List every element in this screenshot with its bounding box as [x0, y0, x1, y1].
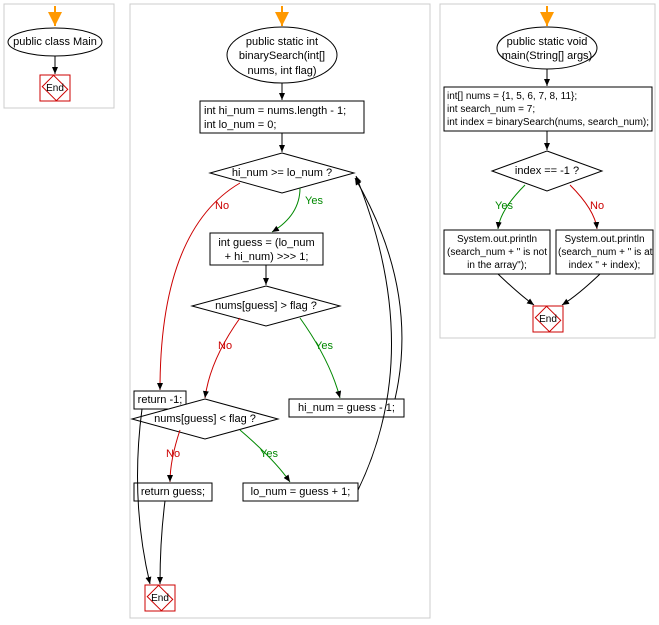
edge-bs-cond2-no: No	[218, 340, 232, 352]
label-bs-guess: int guess = (lo_num + hi_num) >>> 1;	[214, 236, 319, 265]
label-m-start: public static void main(String[] args)	[500, 35, 594, 64]
label-class-end: End	[44, 82, 66, 95]
label-m-print-not: System.out.println (search_num + " is no…	[446, 233, 548, 272]
edge-bs-cond2-yes: Yes	[315, 340, 333, 352]
label-m-cond: index == -1 ?	[510, 164, 584, 178]
label-bs-cond3: nums[guess] < flag ?	[145, 412, 265, 426]
edge-bs-cond3-yes: Yes	[260, 448, 278, 460]
label-bs-ret-m1: return -1;	[136, 393, 184, 407]
label-bs-ret-guess: return guess;	[136, 485, 210, 499]
label-class-start: public class Main	[10, 35, 100, 49]
label-m-end: End	[537, 313, 559, 326]
label-m-init: int[] nums = {1, 5, 6, 7, 8, 11}; int se…	[447, 90, 649, 129]
edge-bs-cond3-no: No	[166, 448, 180, 460]
label-bs-cond2: nums[guess] > flag ?	[206, 299, 326, 313]
edge-bs-cond1-yes: Yes	[305, 195, 323, 207]
edge-m-cond-yes: Yes	[495, 200, 513, 212]
label-bs-start: public static int binarySearch(int[] num…	[232, 35, 332, 78]
label-bs-lo: lo_num = guess + 1;	[245, 485, 356, 499]
label-bs-end: End	[149, 592, 171, 605]
label-m-print-at: System.out.println (search_num + " is at…	[558, 233, 651, 272]
label-bs-hi: hi_num = guess - 1;	[291, 401, 402, 415]
label-bs-init: int hi_num = nums.length - 1; int lo_num…	[204, 104, 360, 133]
edge-m-cond-no: No	[590, 200, 604, 212]
label-bs-cond1: hi_num >= lo_num ?	[224, 166, 340, 180]
edge-bs-cond1-no: No	[215, 200, 229, 212]
